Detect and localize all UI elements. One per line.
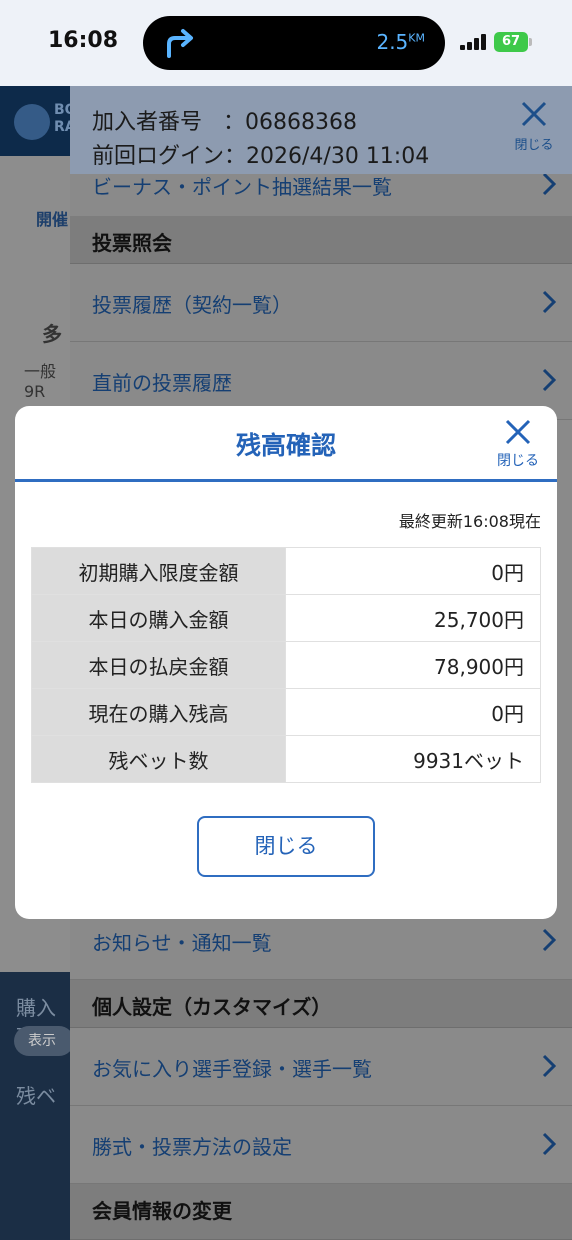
chevron-right-icon <box>542 928 556 952</box>
row-value: 9931ベット <box>285 735 541 783</box>
background-grade: 一般 <box>24 362 57 381</box>
row-label: 初期購入限度金額 <box>31 547 286 595</box>
section-personal-settings: 個人設定（カスタマイズ） <box>70 980 572 1028</box>
status-bar: 16:08 2.5KM 67 <box>0 0 572 86</box>
close-icon <box>521 101 547 127</box>
chevron-right-icon <box>542 1132 556 1156</box>
table-row: 残ベット数 9931ベット <box>31 735 541 783</box>
distance-readout: 2.5KM <box>376 30 425 54</box>
clock: 16:08 <box>48 28 119 53</box>
row-value: 0円 <box>285 547 541 595</box>
member-number: 加入者番号 ：06868368 <box>92 110 357 135</box>
table-row: 現在の購入残高 0円 <box>31 688 541 736</box>
logo <box>14 104 50 140</box>
balance-table: 初期購入限度金額 0円 本日の購入金額 25,700円 本日の払戻金額 78,9… <box>31 547 541 783</box>
section-member-info: 会員情報の変更 <box>70 1184 572 1240</box>
background-tab: 開催 <box>36 210 69 229</box>
menu-close-button[interactable]: 閉じる <box>510 100 558 153</box>
dialog-close-button[interactable]: 閉じる <box>493 418 543 470</box>
navigation-arrow-icon <box>167 29 193 58</box>
row-value: 78,900円 <box>285 641 541 689</box>
menu-item-bet-settings[interactable]: 勝式・投票方法の設定 <box>70 1106 572 1184</box>
dynamic-island[interactable]: 2.5KM <box>143 16 445 70</box>
background-venue: 多 <box>42 322 62 346</box>
table-row: 本日の購入金額 25,700円 <box>31 594 541 642</box>
balance-dialog: 残高確認 閉じる 最終更新16:08現在 初期購入限度金額 0円 本日の購入金額… <box>15 406 557 919</box>
row-value: 0円 <box>285 688 541 736</box>
menu-item-vote-history[interactable]: 投票履歴（契約一覧） <box>70 264 572 342</box>
background-show-button: 表示 <box>14 1026 74 1056</box>
chevron-right-icon <box>542 290 556 314</box>
chevron-right-icon <box>542 1054 556 1078</box>
table-row: 本日の払戻金額 78,900円 <box>31 641 541 689</box>
row-label: 現在の購入残高 <box>31 688 286 736</box>
battery-icon: 67 <box>494 32 532 52</box>
last-updated: 最終更新16:08現在 <box>398 512 541 531</box>
close-icon <box>505 419 531 445</box>
last-login: 前回ログイン：2026/4/30 11:04 <box>92 144 430 169</box>
table-row: 初期購入限度金額 0円 <box>31 547 541 595</box>
row-value: 25,700円 <box>285 594 541 642</box>
chevron-right-icon <box>542 172 556 196</box>
row-label: 本日の購入金額 <box>31 594 286 642</box>
menu-item-favorite-racers[interactable]: お気に入り選手登録・選手一覧 <box>70 1028 572 1106</box>
member-info-header: 加入者番号 ：06868368 前回ログイン：2026/4/30 11:04 閉… <box>70 86 572 174</box>
background-bets-label: 残ベ <box>16 1084 56 1108</box>
background-footer: 購入残 残ベ <box>0 972 70 1240</box>
cellular-signal-icon <box>460 34 486 50</box>
battery-level: 67 <box>494 32 528 52</box>
background-header: BO RA <box>0 86 77 156</box>
row-label: 残ベット数 <box>31 735 286 783</box>
dialog-header: 残高確認 閉じる <box>15 406 557 482</box>
close-button[interactable]: 閉じる <box>197 816 375 877</box>
section-vote-inquiry: 投票照会 <box>70 216 572 264</box>
dialog-title: 残高確認 <box>235 431 336 460</box>
chevron-right-icon <box>542 368 556 392</box>
row-label: 本日の払戻金額 <box>31 641 286 689</box>
background-race: 9R <box>24 382 46 401</box>
